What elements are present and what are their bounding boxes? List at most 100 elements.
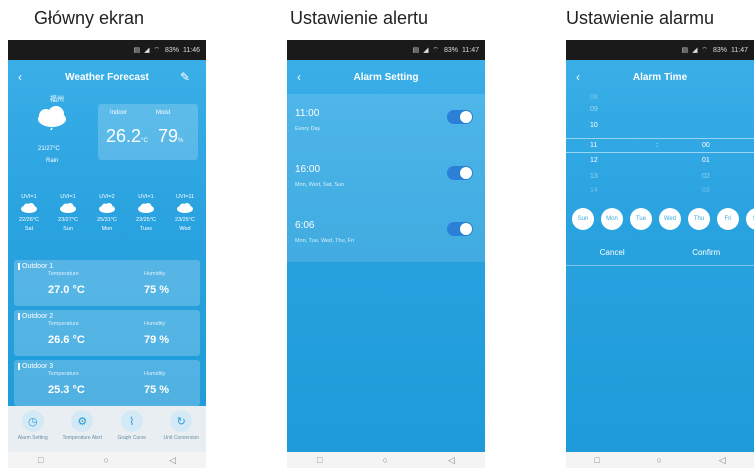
indoor-panel: Indoor Moist 26.2°C 79% (98, 104, 198, 160)
humidity-value: 75 % (144, 284, 170, 296)
alarm-time: 6:06 (295, 220, 315, 231)
rain-cloud-icon (138, 203, 154, 213)
outdoor-sensor-card[interactable]: Outdoor 3 Temperature Humidity 25.3 °C 7… (14, 360, 200, 406)
recent-apps-button[interactable]: □ (594, 455, 599, 465)
system-nav-bar: □ ○ ◁ (287, 452, 485, 468)
menu-label: Alarm Setting (17, 435, 48, 441)
status-bar: ▤ ◢ ⌔ 83% 11:47 (287, 40, 485, 60)
back-button[interactable]: ◁ (169, 455, 176, 466)
alarm-time: 16:00 (295, 164, 321, 175)
day-tue-button[interactable]: Tue (630, 208, 652, 230)
status-bar: ▤ ◢ ⌔ 83% 11:46 (8, 40, 206, 60)
sensor-name: Outdoor 1 (18, 263, 53, 270)
rain-cloud-icon (38, 106, 66, 130)
recent-apps-button[interactable]: □ (38, 455, 43, 465)
back-button[interactable]: ◁ (448, 455, 455, 466)
temperature-value: 27.0 °C (48, 284, 85, 296)
day-name: Wed (179, 226, 191, 232)
day-temp: 23/25°C (136, 217, 156, 223)
clock-time: 11:47 (462, 46, 479, 54)
alarm-toggle[interactable] (447, 222, 473, 236)
alarm-toggle[interactable] (447, 110, 473, 124)
menu-label: Graph Curve (117, 435, 147, 441)
graph-icon: ⌇ (120, 410, 143, 432)
cancel-button[interactable]: Cancel (600, 248, 625, 257)
forecast-day: UVI=2 25/31°C Mon (90, 194, 124, 256)
alarm-toggle[interactable] (447, 166, 473, 180)
cloud-icon (60, 203, 76, 213)
clock-time: 11:46 (183, 46, 200, 54)
heading-alarm-setting: Ustawienie alarmu (566, 8, 715, 28)
alarm-item[interactable]: 6:06 Mon, Tue, Wed, Thu, Fri (287, 206, 485, 262)
day-thu-button[interactable]: Thu (688, 208, 710, 230)
heading-main-screen: Główny ekran (34, 8, 145, 28)
temperature-label: Temperature (48, 321, 79, 327)
forecast-day: UVI=1 23/27°C Sun (51, 194, 85, 256)
phone-alert-setting: ▤ ◢ ⌔ 83% 11:47 ‹ Alarm Setting 11:00 Ev… (287, 40, 485, 468)
clock-time: 11:47 (731, 46, 748, 54)
picker-row: 14 03 (590, 187, 710, 194)
cloud-icon (99, 203, 115, 213)
home-button[interactable]: ○ (383, 455, 388, 465)
picker-row: 09 (590, 106, 598, 113)
phone-main-screen: ▤ ◢ ⌔ 83% 11:46 ‹ Weather Forecast ✎ 福州 … (8, 40, 206, 468)
day-name: Mon (101, 226, 113, 232)
bottom-menu: ◷ Alarm Setting ⚙ Temperature Alert ⌇ Gr… (8, 406, 206, 452)
back-icon[interactable]: ‹ (18, 70, 34, 84)
humidity-value: 79 % (144, 334, 170, 346)
menu-graph-curve[interactable]: ⌇ Graph Curve (108, 410, 156, 441)
current-weather: 福州 21/27°C Rain Indoor Moist 26.2°C 79% (8, 94, 206, 194)
outdoor-sensor-card[interactable]: Outdoor 2 Temperature Humidity 26.6 °C 7… (14, 310, 200, 356)
gear-icon: ⚙ (71, 410, 94, 432)
picker-row: 13 02 (590, 173, 710, 180)
day-temp: 23/25°C (175, 217, 195, 223)
day-fri-button[interactable]: Fri (717, 208, 739, 230)
day-wed-button[interactable]: Wed (659, 208, 681, 230)
menu-unit-conversion[interactable]: ↻ Unit Conversion (157, 410, 205, 441)
day-temp: 22/26°C (19, 217, 39, 223)
day-mon-button[interactable]: Mon (601, 208, 623, 230)
alarm-days: Every Day (295, 126, 321, 132)
uvi: UVI=1 (138, 194, 154, 200)
uvi: UVI=1 (60, 194, 76, 200)
signal-icon: ▤ ◢ ⌔ (681, 46, 709, 54)
day-selector: Sun Mon Tue Wed Thu Fri Sat (566, 208, 754, 230)
recent-apps-button[interactable]: □ (317, 455, 322, 465)
menu-temperature-alert[interactable]: ⚙ Temperature Alert (58, 410, 106, 441)
picker-row: 10 (590, 122, 598, 129)
forecast-day: UVI=1 22/26°C Sat (12, 194, 46, 256)
back-button[interactable]: ◁ (719, 455, 726, 466)
temp-range: 21/27°C (38, 146, 60, 152)
temperature-value: 26.6 °C (48, 334, 85, 346)
time-picker[interactable]: 08 09 10 11:00 12 01 13 02 14 03 (566, 94, 754, 204)
forecast-day: UVI=11 23/25°C Wed (168, 194, 202, 256)
picker-row: 12 01 (590, 157, 710, 164)
picker-actions: Cancel Confirm (566, 248, 754, 266)
day-sat-button[interactable]: Sat (746, 208, 754, 230)
day-sun-button[interactable]: Sun (572, 208, 594, 230)
day-name: Tues (139, 226, 153, 232)
app-header: ‹ Alarm Setting (287, 60, 485, 94)
edit-icon[interactable]: ✎ (180, 70, 196, 84)
alarm-list: 11:00 Every Day 16:00 Mon, Wed, Sat, Sun… (287, 94, 485, 262)
home-button[interactable]: ○ (657, 455, 662, 465)
status-bar: ▤ ◢ ⌔ 83% 11:47 (566, 40, 754, 60)
confirm-button[interactable]: Confirm (692, 248, 720, 257)
menu-label: Temperature Alert (62, 435, 102, 441)
outdoor-sensor-card[interactable]: Outdoor 1 Temperature Humidity 27.0 °C 7… (14, 260, 200, 306)
menu-alarm-setting[interactable]: ◷ Alarm Setting (9, 410, 57, 441)
weather-description: Rain (46, 158, 59, 164)
back-icon[interactable]: ‹ (576, 70, 592, 84)
menu-label: Unit Conversion (163, 435, 200, 441)
page-title: Alarm Time (632, 71, 688, 83)
sensor-name: Outdoor 2 (18, 313, 53, 320)
alarm-item[interactable]: 16:00 Mon, Wed, Sat, Sun (287, 150, 485, 206)
app-header: ‹ Alarm Time (566, 60, 754, 94)
alarm-days: Mon, Wed, Sat, Sun (295, 182, 345, 188)
home-button[interactable]: ○ (104, 455, 109, 465)
battery-level: 83% (164, 46, 179, 54)
indoor-label: Indoor (110, 110, 128, 116)
alarm-item[interactable]: 11:00 Every Day (287, 94, 485, 150)
signal-icon: ▤ ◢ ⌔ (412, 46, 440, 54)
back-icon[interactable]: ‹ (297, 70, 313, 84)
